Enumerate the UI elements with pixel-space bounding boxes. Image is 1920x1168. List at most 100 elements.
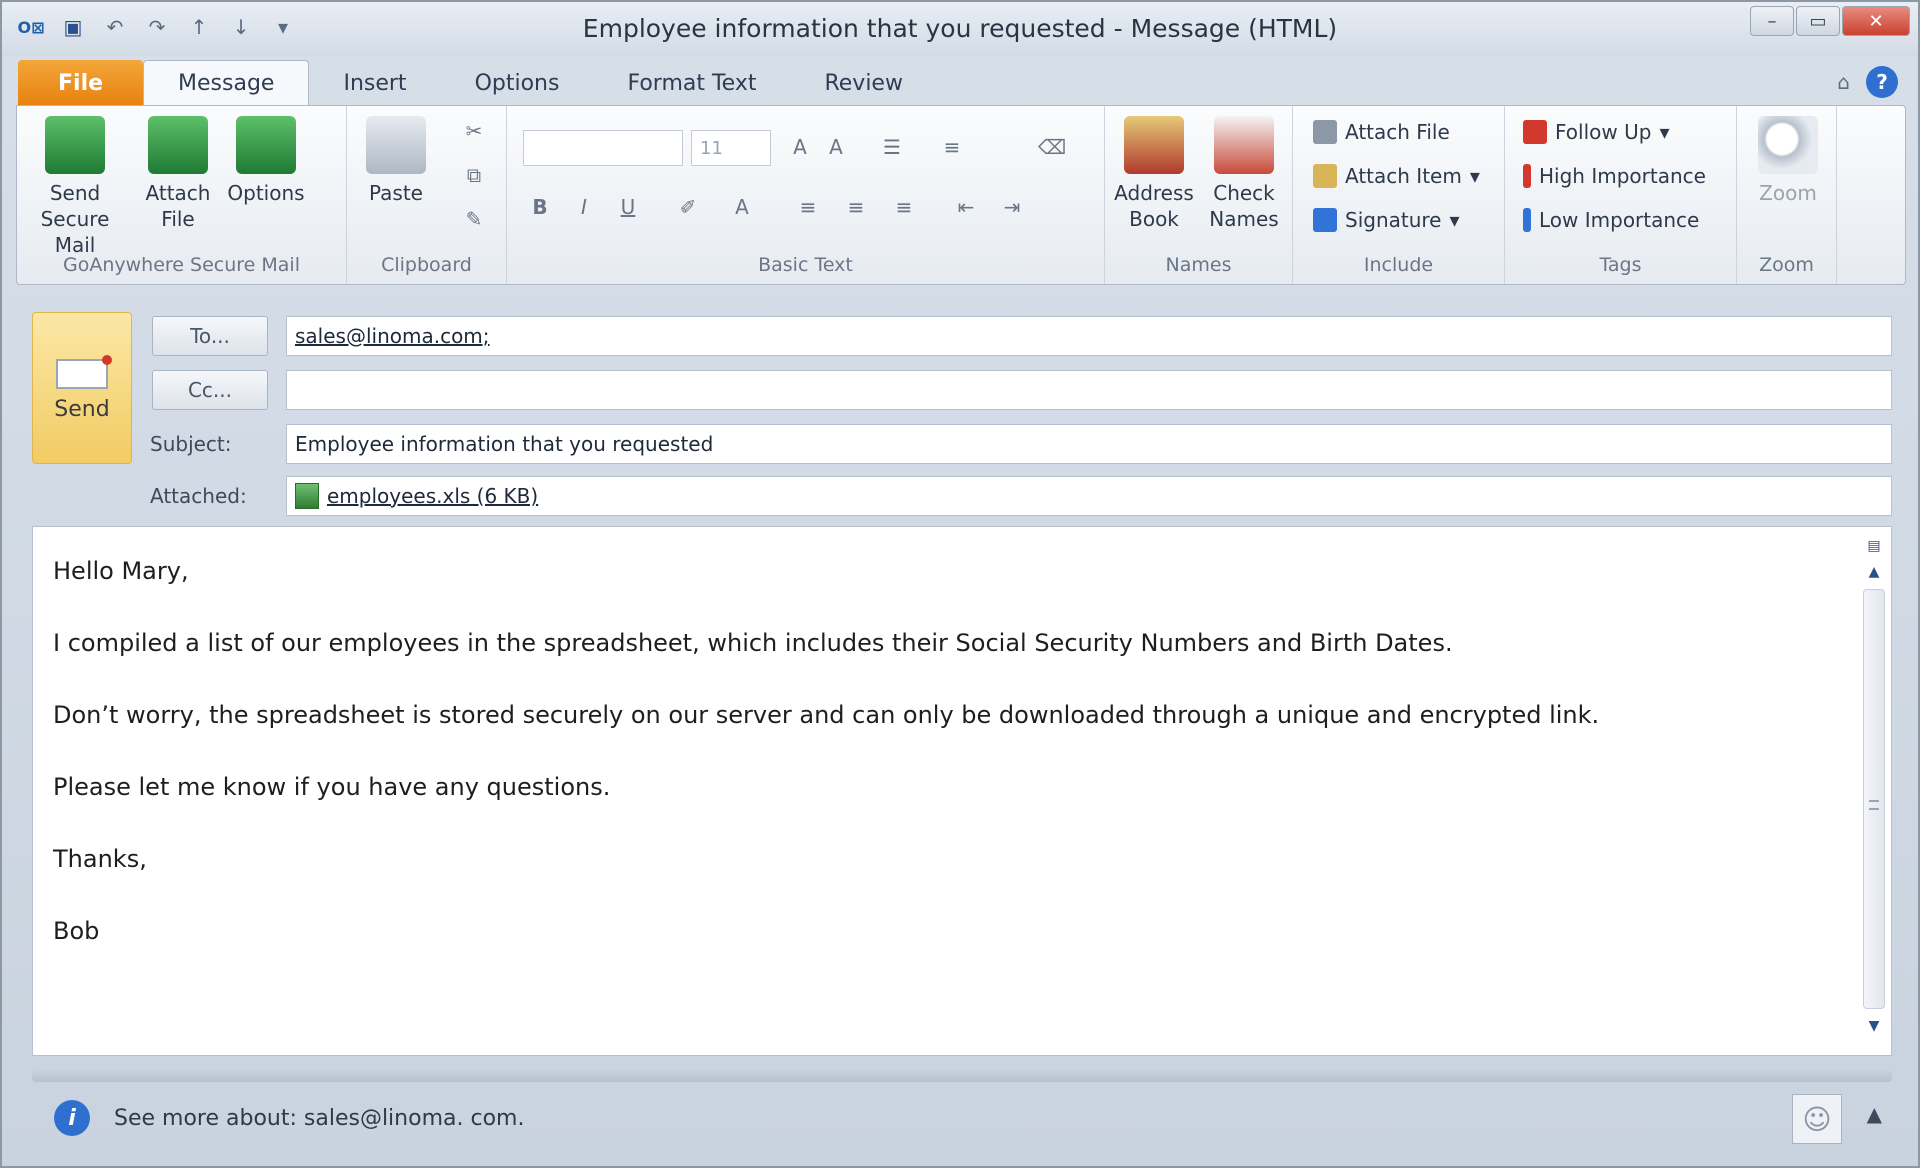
attached-label: Attached: — [150, 484, 247, 508]
check-names-icon — [1214, 116, 1274, 174]
to-field[interactable]: sales@linoma.com; — [286, 316, 1892, 356]
to-button[interactable]: To... — [152, 316, 268, 356]
secure-options-button[interactable]: Options — [223, 116, 309, 206]
send-secure-mail-button[interactable]: Send Secure Mail — [21, 116, 129, 258]
body-line: Don’t worry, the spreadsheet is stored s… — [53, 701, 1600, 729]
bullets-icon[interactable]: ☰ — [877, 132, 907, 162]
numbering-icon[interactable]: ≡ — [937, 132, 967, 162]
attachment-link[interactable]: employees.xls (6 KB) — [327, 484, 538, 508]
group-secure-mail: Send Secure Mail Attach File Options GoA… — [17, 106, 347, 284]
vertical-scrollbar[interactable]: ▤ ▲ ▼ — [1861, 533, 1887, 1049]
format-painter-icon[interactable]: ✎ — [459, 204, 489, 234]
tab-file[interactable]: File — [18, 60, 144, 106]
signature-icon — [1313, 208, 1337, 232]
body-line: Please let me know if you have any quest… — [53, 773, 611, 801]
flag-icon — [1523, 120, 1547, 144]
cut-icon[interactable]: ✂ — [459, 116, 489, 146]
group-tags: Follow Up ▾ High Importance Low Importan… — [1505, 106, 1737, 284]
message-text[interactable]: Hello Mary, I compiled a list of our emp… — [53, 557, 1833, 989]
group-include: Attach File Attach Item ▾ Signature ▾ In… — [1293, 106, 1505, 284]
highlight-icon[interactable]: ✐ — [673, 192, 703, 222]
excel-file-icon — [295, 483, 319, 509]
title-bar: O⊠ ▣ ↶ ↷ ↑ ↓ ▾ Employee information that… — [2, 2, 1918, 56]
body-line: Thanks, — [53, 845, 147, 873]
attach-file-button[interactable]: Attach File — [1313, 120, 1450, 144]
window-title: Employee information that you requested … — [582, 14, 1338, 43]
ribbon-right-controls: ⌂ ? — [1837, 66, 1898, 98]
address-book-icon — [1124, 116, 1184, 174]
high-importance-button[interactable]: High Importance — [1523, 164, 1706, 188]
tab-format-text[interactable]: Format Text — [593, 60, 790, 106]
people-pane-text[interactable]: See more about: sales@linoma. com. — [114, 1106, 524, 1131]
group-zoom: Zoom Zoom — [1737, 106, 1837, 284]
align-center-icon[interactable]: ≡ — [841, 192, 871, 222]
shrink-font-icon[interactable]: A — [821, 132, 851, 162]
grow-font-icon[interactable]: A — [785, 132, 815, 162]
magnifier-icon — [1758, 116, 1818, 174]
help-icon[interactable]: ? — [1866, 66, 1898, 98]
ribbon: Send Secure Mail Attach File Options GoA… — [16, 105, 1906, 285]
font-color-icon[interactable]: A — [727, 192, 757, 222]
font-name-combo[interactable] — [523, 130, 683, 166]
low-importance-button[interactable]: Low Importance — [1523, 208, 1699, 232]
paste-button[interactable]: Paste — [353, 116, 439, 206]
close-icon[interactable]: ✕ — [1842, 6, 1910, 36]
minimize-ribbon-icon[interactable]: ⌂ — [1837, 70, 1850, 94]
group-label: Clipboard — [381, 254, 472, 276]
scroll-track[interactable] — [1863, 589, 1885, 1009]
tab-insert[interactable]: Insert — [309, 60, 440, 106]
dropdown-arrow-icon: ▾ — [1449, 208, 1460, 232]
align-right-icon[interactable]: ≡ — [889, 192, 919, 222]
scroll-up-icon[interactable]: ▲ — [1861, 559, 1887, 585]
scroll-down-icon[interactable]: ▼ — [1861, 1013, 1887, 1039]
info-icon: i — [54, 1100, 90, 1136]
tab-options[interactable]: Options — [441, 60, 594, 106]
down-arrow-icon — [1523, 208, 1531, 232]
follow-up-button[interactable]: Follow Up ▾ — [1523, 120, 1669, 144]
align-left-icon[interactable]: ≡ — [793, 192, 823, 222]
signature-button[interactable]: Signature ▾ — [1313, 208, 1460, 232]
italic-icon[interactable]: I — [569, 192, 599, 222]
people-pane: i See more about: sales@linoma. com. ☺ ▲ — [32, 1088, 1892, 1148]
group-label: GoAnywhere Secure Mail — [63, 254, 300, 276]
body-line: Bob — [53, 917, 100, 945]
expand-people-pane-icon[interactable]: ▲ — [1867, 1102, 1882, 1126]
cc-field[interactable] — [286, 370, 1892, 410]
group-label: Basic Text — [758, 254, 853, 276]
attach-file-envelope-icon — [148, 116, 208, 174]
zoom-button[interactable]: Zoom — [1745, 116, 1831, 206]
tab-message[interactable]: Message — [143, 60, 310, 106]
underline-icon[interactable]: U — [613, 192, 643, 222]
attach-item-button[interactable]: Attach Item ▾ — [1313, 164, 1480, 188]
attach-item-icon — [1313, 164, 1337, 188]
dropdown-arrow-icon: ▾ — [1469, 164, 1480, 188]
group-basic-text: 11 A A ☰ ≡ ⌫ B I U ✐ A ≡ ≡ ≡ ⇤ ⇥ Basic T… — [507, 106, 1105, 284]
increase-indent-icon[interactable]: ⇥ — [997, 192, 1027, 222]
ruler-toggle-icon[interactable]: ▤ — [1861, 533, 1887, 559]
send-button[interactable]: Send — [32, 312, 132, 464]
body-line: Hello Mary, — [53, 557, 189, 585]
ribbon-tabs: File Message Insert Options Format Text … — [18, 60, 937, 106]
scroll-thumb[interactable] — [1869, 800, 1879, 810]
message-body[interactable]: Hello Mary, I compiled a list of our emp… — [32, 526, 1892, 1056]
people-pane-splitter[interactable] — [32, 1070, 1892, 1082]
contact-avatar-icon[interactable]: ☺ — [1792, 1094, 1842, 1144]
to-recipient[interactable]: sales@linoma.com; — [295, 324, 490, 348]
copy-icon[interactable]: ⧉ — [459, 160, 489, 190]
group-label: Names — [1165, 254, 1232, 276]
send-envelope-icon — [56, 355, 112, 389]
cc-button[interactable]: Cc... — [152, 370, 268, 410]
maximize-icon[interactable]: ▭ — [1796, 6, 1840, 36]
bold-icon[interactable]: B — [525, 192, 555, 222]
subject-field[interactable]: Employee information that you requested — [286, 424, 1892, 464]
attached-field: employees.xls (6 KB) — [286, 476, 1892, 516]
font-size-combo[interactable]: 11 — [691, 130, 771, 166]
minimize-icon[interactable]: – — [1750, 6, 1794, 36]
clear-formatting-icon[interactable]: ⌫ — [1037, 132, 1067, 162]
address-book-button[interactable]: Address Book — [1111, 116, 1197, 232]
check-names-button[interactable]: Check Names — [1201, 116, 1287, 232]
subject-label: Subject: — [150, 432, 232, 456]
tab-review[interactable]: Review — [790, 60, 937, 106]
attach-file-secure-button[interactable]: Attach File — [135, 116, 221, 232]
decrease-indent-icon[interactable]: ⇤ — [951, 192, 981, 222]
